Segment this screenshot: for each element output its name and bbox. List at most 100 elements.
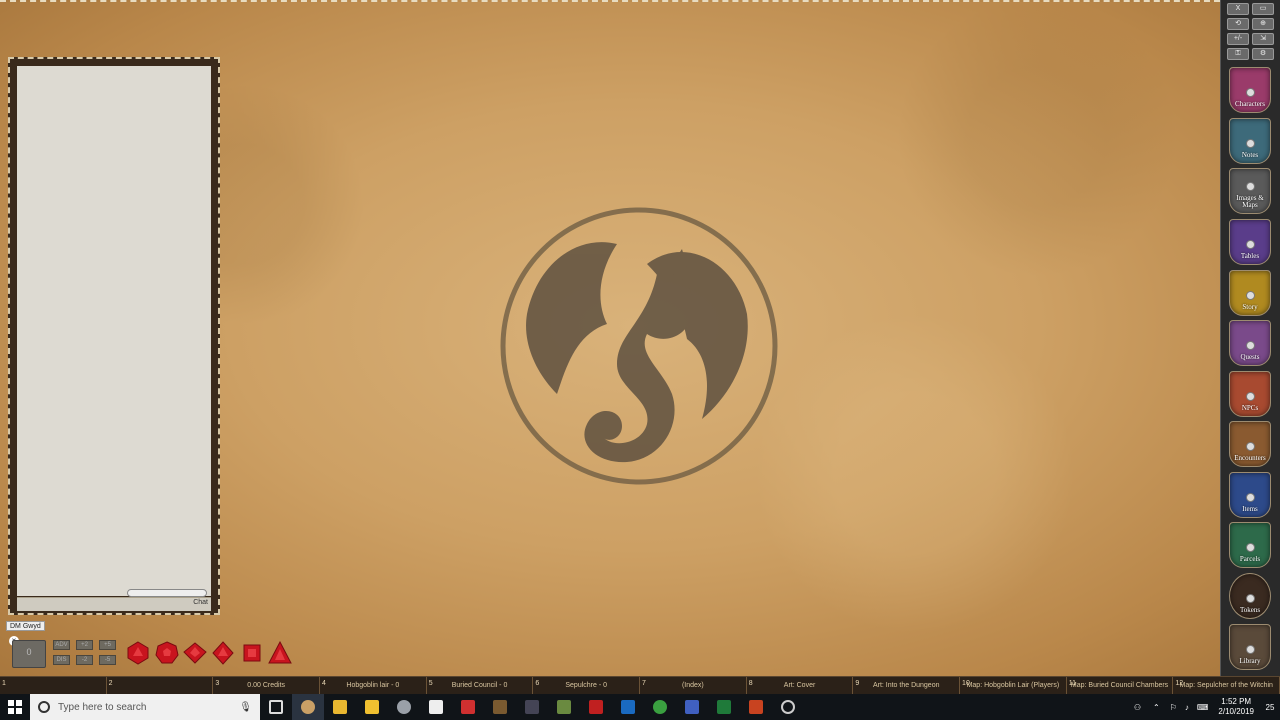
gem-icon <box>1245 291 1255 300</box>
system-tray: ⚇ ⌃ ⚐ ♪ ⌨ 1:52 PM 2/10/2019 25 <box>1128 694 1280 720</box>
app-icon[interactable] <box>548 694 580 720</box>
hotkey-slot[interactable]: 10 Map: Hobgoblin Lair (Players) <box>960 677 1067 694</box>
app-icon[interactable] <box>388 694 420 720</box>
chat-panel: Chat <box>8 57 220 615</box>
d6-die-icon[interactable] <box>240 641 264 665</box>
dragon-emblem <box>500 207 778 485</box>
app-icon[interactable] <box>772 694 804 720</box>
hotkey-slot[interactable]: 8 Art: Cover <box>747 677 854 694</box>
cortana-icon <box>38 701 50 713</box>
microphone-icon[interactable]: 🎙 <box>239 702 252 713</box>
hotkey-slot[interactable]: 4 Hobgoblin lair - 0 <box>320 677 427 694</box>
hotkey-slot[interactable]: 12 Map: Sepulcher of the Witchin <box>1173 677 1280 694</box>
sidebar-item-parcels[interactable]: Parcels <box>1229 522 1271 568</box>
hotkey-slot[interactable]: 7 (Index) <box>640 677 747 694</box>
settings-icon[interactable]: ⚙ <box>1252 48 1274 60</box>
sidebar-item-quests[interactable]: Quests <box>1229 320 1271 366</box>
sidebar-item-tables[interactable]: Tables <box>1229 219 1271 265</box>
file-explorer-icon[interactable] <box>324 694 356 720</box>
powerpoint-icon[interactable] <box>740 694 772 720</box>
document-icon[interactable] <box>420 694 452 720</box>
sidebar-item-notes[interactable]: Notes <box>1229 118 1271 164</box>
fantasy-grounds-taskbar-icon[interactable] <box>292 694 324 720</box>
lock-icon[interactable]: ⚿ <box>1227 48 1249 60</box>
minimize-window-button[interactable]: ▭ <box>1252 3 1274 15</box>
gem-icon <box>1245 139 1255 148</box>
gem-icon <box>1245 645 1255 654</box>
hotkey-slot[interactable]: 5 Buried Council - 0 <box>427 677 534 694</box>
d10-die-icon[interactable] <box>183 641 207 665</box>
app-icon[interactable] <box>676 694 708 720</box>
target-button[interactable]: ⊕ <box>1252 18 1274 30</box>
hotkey-bar: 1 2 3 0.00 Credits 4 Hobgoblin lair - 0 5B… <box>0 676 1280 694</box>
chat-log[interactable] <box>17 66 211 596</box>
outlook-icon[interactable] <box>612 694 644 720</box>
sidebar-item-library[interactable]: Library <box>1229 624 1271 670</box>
sidebar-item-story[interactable]: Story <box>1229 270 1271 316</box>
clock-time: 1:52 PM <box>1221 697 1252 706</box>
sidebar-item-images-maps[interactable]: Images & Maps <box>1229 168 1271 214</box>
d8-die-icon[interactable] <box>211 641 235 665</box>
excel-icon[interactable] <box>708 694 740 720</box>
notification-icon[interactable]: 25 <box>1260 703 1280 712</box>
keyboard-icon[interactable]: ⌨ <box>1197 703 1209 712</box>
gem-icon <box>1245 493 1255 502</box>
d20-die-icon[interactable] <box>126 641 150 665</box>
mod-button-adv[interactable]: ADV <box>53 640 70 650</box>
zoom-button[interactable]: +/- <box>1227 33 1249 45</box>
gem-icon <box>1245 341 1255 350</box>
mod-button-plus2[interactable]: +2 <box>76 640 93 650</box>
mod-button-plus5[interactable]: +5 <box>99 640 116 650</box>
sidebar-item-npcs[interactable]: NPCs <box>1229 371 1271 417</box>
gem-icon <box>1245 240 1255 249</box>
app-icon[interactable] <box>580 694 612 720</box>
notification-count: 25 <box>1265 702 1275 712</box>
mod-button-minus5[interactable]: -5 <box>99 655 116 665</box>
chat-input[interactable] <box>17 597 211 611</box>
hotkey-slot[interactable]: 9 Art: Into the Dungeon <box>853 677 961 694</box>
identity-label[interactable]: DM Gwyd <box>6 621 45 631</box>
gem-icon <box>1245 392 1255 401</box>
gem-icon <box>1245 182 1255 191</box>
hotkey-slot[interactable]: 3 0.00 Credits <box>213 677 321 694</box>
resize-button[interactable]: ⇲ <box>1252 33 1274 45</box>
sidebar-item-items[interactable]: Items <box>1229 472 1271 518</box>
chevron-up-icon[interactable]: ⌃ <box>1153 703 1160 712</box>
d4-die-icon[interactable] <box>268 641 292 665</box>
app-icon[interactable] <box>484 694 516 720</box>
task-view-icon[interactable] <box>260 694 292 720</box>
modifier-box[interactable]: 0 <box>12 640 46 668</box>
windows-start-icon[interactable] <box>0 694 30 720</box>
volume-icon[interactable]: ♪ <box>1185 703 1189 712</box>
app-icon[interactable] <box>516 694 548 720</box>
hotkey-slot[interactable]: 6 Sepulchre - 0 <box>533 677 641 694</box>
clock[interactable]: 1:52 PM 2/10/2019 <box>1218 697 1254 717</box>
taskbar-search[interactable]: Type here to search 🎙 <box>30 694 260 720</box>
sidebar-item-tokens[interactable]: Tokens <box>1229 573 1271 619</box>
gem-icon <box>1245 88 1255 97</box>
mod-button-minus2[interactable]: -2 <box>76 655 93 665</box>
chat-send-label[interactable]: Chat <box>193 599 208 606</box>
hotkey-slot[interactable]: 1 <box>0 677 107 694</box>
sidebar-item-characters[interactable]: Characters <box>1229 67 1271 113</box>
undo-button[interactable]: ⟲ <box>1227 18 1249 30</box>
search-placeholder: Type here to search <box>58 701 147 713</box>
sidebar-item-encounters[interactable]: Encounters <box>1229 421 1271 467</box>
chat-mode-selector[interactable] <box>127 589 207 597</box>
mod-button-dis[interactable]: DIS <box>53 655 70 665</box>
network-icon[interactable]: ⚐ <box>1170 703 1177 712</box>
fantasy-grounds-app: Chat DM Gwyd × 0 ADV +2 +5 DIS -2 -5 1 2… <box>0 0 1280 720</box>
chrome-icon[interactable] <box>644 694 676 720</box>
taskbar: Type here to search 🎙 ⚇ ⌃ ⚐ ♪ ⌨ 1:52 PM … <box>0 694 1280 720</box>
gem-icon <box>1245 442 1255 451</box>
gem-icon <box>1245 543 1255 552</box>
store-icon[interactable] <box>356 694 388 720</box>
app-icon[interactable] <box>452 694 484 720</box>
d12-die-icon[interactable] <box>155 641 179 665</box>
people-icon[interactable]: ⚇ <box>1134 703 1141 712</box>
gem-icon <box>1245 594 1255 603</box>
clock-date: 2/10/2019 <box>1218 707 1254 716</box>
hotkey-slot[interactable]: 2 <box>107 677 214 694</box>
close-window-button[interactable]: X <box>1227 3 1249 15</box>
hotkey-slot[interactable]: 11 Map: Buried Council Chambers <box>1067 677 1174 694</box>
